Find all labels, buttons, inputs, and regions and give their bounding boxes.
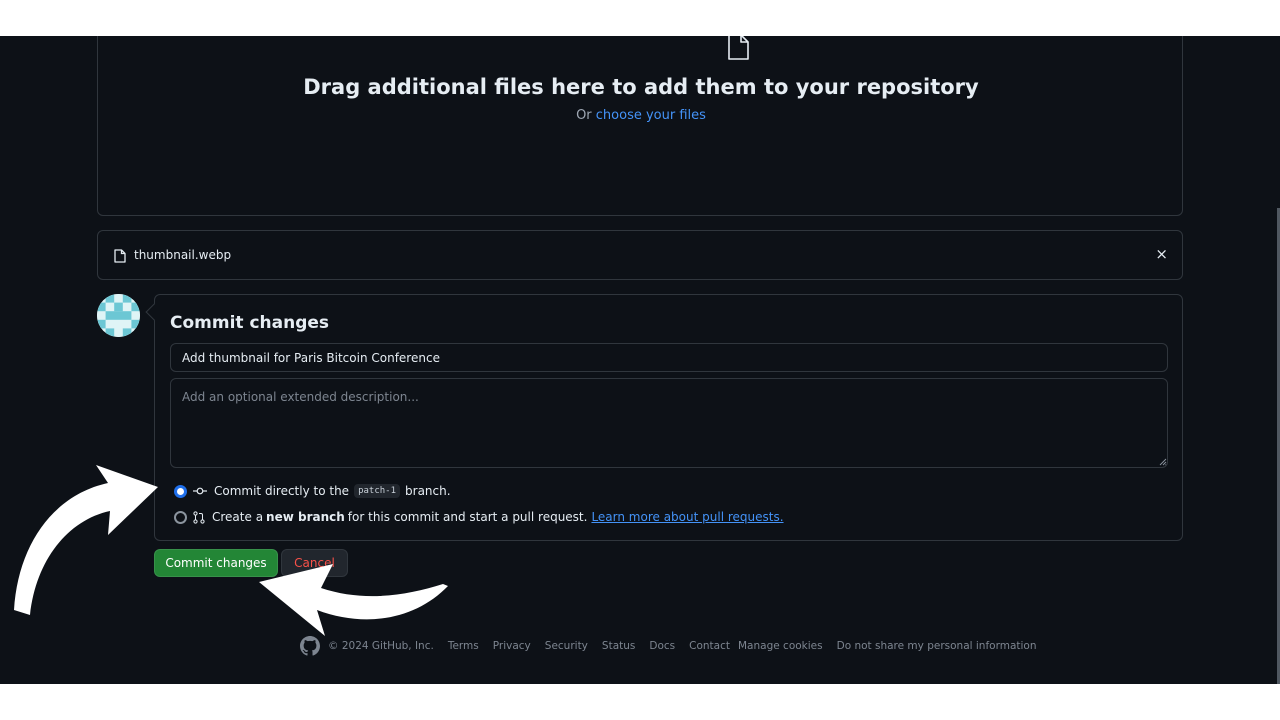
- commit-direct-suffix: branch.: [405, 484, 451, 498]
- footer-link-contact[interactable]: Contact: [689, 640, 730, 652]
- remove-file-icon[interactable]: ×: [1155, 245, 1168, 263]
- new-branch-suffix: for this commit and start a pull request…: [347, 510, 588, 524]
- commit-title: Commit changes: [170, 313, 330, 333]
- footer-link-security[interactable]: Security: [545, 640, 588, 652]
- git-commit-icon: [193, 486, 207, 496]
- footer-link-status[interactable]: Status: [602, 640, 635, 652]
- choose-files-link[interactable]: choose your files: [596, 108, 706, 123]
- footer-link-docs[interactable]: Docs: [649, 640, 675, 652]
- footer-link-do-not-share[interactable]: Do not share my personal information: [837, 640, 1037, 652]
- file-dropzone[interactable]: Drag additional files here to add them t…: [97, 36, 1183, 216]
- github-upload-page: Drag additional files here to add them t…: [0, 36, 1280, 684]
- commit-description-input[interactable]: [170, 378, 1168, 468]
- branch-name-badge: patch-1: [354, 484, 401, 498]
- avatar[interactable]: [97, 294, 140, 337]
- new-branch-option[interactable]: Create a new branch for this commit and …: [174, 508, 784, 526]
- commit-message-input[interactable]: [170, 343, 1168, 372]
- commit-changes-panel: Commit changes Commit directly to the pa…: [154, 294, 1183, 541]
- commit-direct-text: Commit directly to the: [214, 484, 350, 498]
- new-branch-prefix: Create a: [212, 510, 264, 524]
- dropzone-title: Drag additional files here to add them t…: [303, 75, 979, 99]
- footer-link-privacy[interactable]: Privacy: [493, 640, 531, 652]
- uploaded-file-row: thumbnail.webp ×: [97, 230, 1183, 280]
- file-icon: [114, 248, 126, 267]
- dropzone-subtitle: Or choose your files: [98, 108, 1184, 123]
- curved-arrow-pointer-radio-icon: [14, 465, 158, 615]
- bottom-white-bar: [0, 684, 1280, 720]
- radio-selected-icon[interactable]: [174, 484, 187, 498]
- footer-link-manage-cookies[interactable]: Manage cookies: [738, 640, 823, 652]
- radio-unselected-icon[interactable]: [174, 510, 187, 524]
- curved-arrow-pointer-button-icon: [259, 564, 448, 636]
- commit-direct-option[interactable]: Commit directly to the patch-1 branch.: [174, 482, 451, 500]
- dropzone-or-text: Or: [576, 108, 592, 123]
- file-name: thumbnail.webp: [134, 248, 232, 262]
- top-white-bar: [0, 0, 1280, 36]
- resize-grip-icon[interactable]: [1159, 458, 1167, 466]
- file-icon: [727, 36, 749, 64]
- git-pull-request-icon: [193, 510, 205, 524]
- learn-more-pull-requests-link[interactable]: Learn more about pull requests.: [591, 510, 783, 524]
- new-branch-bold: new branch: [266, 510, 345, 524]
